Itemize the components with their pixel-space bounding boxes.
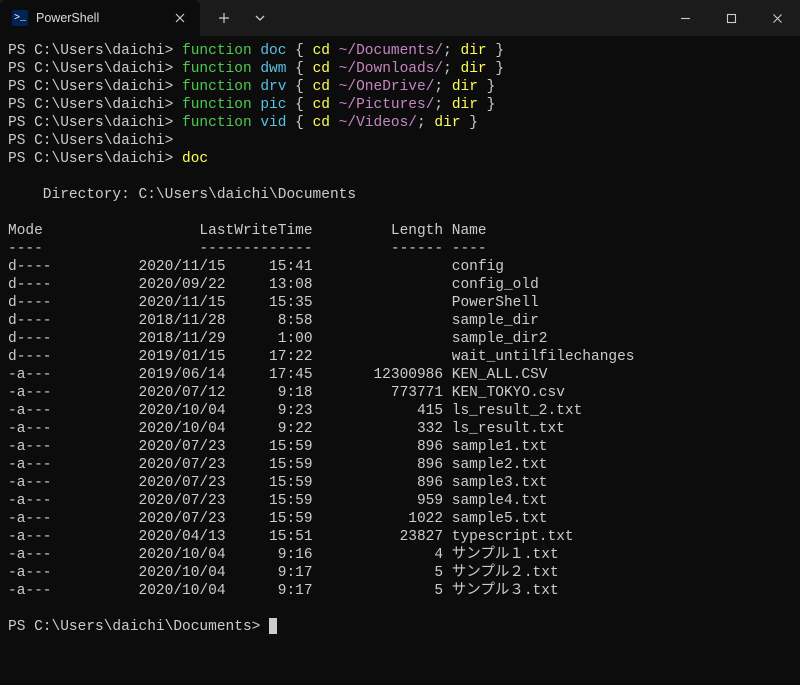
listing-underline: ---- ------------- ------ ---- — [8, 240, 792, 258]
listing-row: d---- 2020/11/15 15:35 PowerShell — [8, 294, 792, 312]
listing-row: d---- 2020/09/22 13:08 config_old — [8, 276, 792, 294]
listing-row: -a--- 2020/07/23 15:59 896 sample1.txt — [8, 438, 792, 456]
listing-row: -a--- 2020/07/23 15:59 959 sample4.txt — [8, 492, 792, 510]
prompt-line[interactable]: PS C:\Users\daichi\Documents> — [8, 618, 792, 636]
listing-row: -a--- 2020/10/04 9:22 332 ls_result.txt — [8, 420, 792, 438]
chevron-down-icon — [254, 12, 266, 24]
window-titlebar: >_ PowerShell — [0, 0, 800, 36]
listing-row: -a--- 2020/07/12 9:18 773771 KEN_TOKYO.c… — [8, 384, 792, 402]
listing-row: -a--- 2020/10/04 9:23 415 ls_result_2.tx… — [8, 402, 792, 420]
titlebar-drag-region[interactable] — [276, 0, 662, 36]
terminal-line: PS C:\Users\daichi> function vid { cd ~/… — [8, 114, 792, 132]
listing-row: d---- 2020/11/15 15:41 config — [8, 258, 792, 276]
tab-close-button[interactable] — [170, 8, 190, 28]
window-controls — [662, 0, 800, 36]
terminal-viewport[interactable]: PS C:\Users\daichi> function doc { cd ~/… — [0, 36, 800, 685]
maximize-button[interactable] — [708, 0, 754, 36]
tab-powershell[interactable]: >_ PowerShell — [0, 0, 200, 36]
directory-label: Directory: C:\Users\daichi\Documents — [8, 186, 792, 204]
plus-icon — [218, 12, 230, 24]
minimize-button[interactable] — [662, 0, 708, 36]
listing-row: d---- 2018/11/29 1:00 sample_dir2 — [8, 330, 792, 348]
listing-row: -a--- 2020/10/04 9:16 4 サンプル１.txt — [8, 546, 792, 564]
terminal-line: PS C:\Users\daichi> function doc { cd ~/… — [8, 42, 792, 60]
listing-row: -a--- 2020/07/23 15:59 896 sample3.txt — [8, 474, 792, 492]
listing-row: -a--- 2019/06/14 17:45 12300986 KEN_ALL.… — [8, 366, 792, 384]
terminal-blank — [8, 600, 792, 618]
listing-row: d---- 2018/11/28 8:58 sample_dir — [8, 312, 792, 330]
tab-dropdown-button[interactable] — [244, 3, 276, 33]
close-icon — [772, 13, 783, 24]
terminal-line: PS C:\Users\daichi> function drv { cd ~/… — [8, 78, 792, 96]
listing-row: -a--- 2020/04/13 15:51 23827 typescript.… — [8, 528, 792, 546]
cursor — [269, 618, 277, 634]
close-icon — [175, 13, 185, 23]
terminal-blank — [8, 204, 792, 222]
listing-row: -a--- 2020/10/04 9:17 5 サンプル３.txt — [8, 582, 792, 600]
listing-row: d---- 2019/01/15 17:22 wait_untilfilecha… — [8, 348, 792, 366]
powershell-icon: >_ — [12, 10, 28, 26]
terminal-line: PS C:\Users\daichi> function dwm { cd ~/… — [8, 60, 792, 78]
minimize-icon — [680, 13, 691, 24]
listing-header: Mode LastWriteTime Length Name — [8, 222, 792, 240]
tab-title: PowerShell — [36, 11, 162, 25]
maximize-icon — [726, 13, 737, 24]
new-tab-button[interactable] — [208, 3, 240, 33]
listing-row: -a--- 2020/07/23 15:59 1022 sample5.txt — [8, 510, 792, 528]
terminal-line: PS C:\Users\daichi> doc — [8, 150, 792, 168]
listing-row: -a--- 2020/10/04 9:17 5 サンプル２.txt — [8, 564, 792, 582]
tabbar-actions — [200, 0, 276, 36]
terminal-blank — [8, 168, 792, 186]
window-close-button[interactable] — [754, 0, 800, 36]
terminal-line: PS C:\Users\daichi> function pic { cd ~/… — [8, 96, 792, 114]
listing-row: -a--- 2020/07/23 15:59 896 sample2.txt — [8, 456, 792, 474]
terminal-line: PS C:\Users\daichi> — [8, 132, 792, 150]
